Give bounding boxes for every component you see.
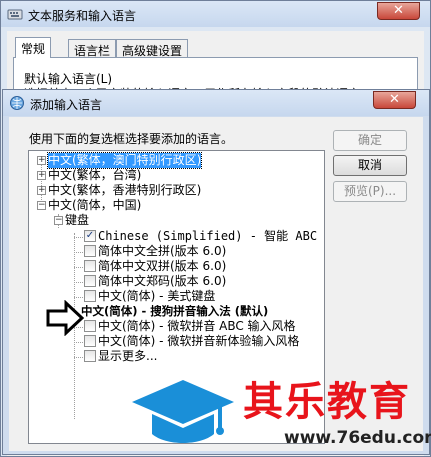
tree-item-ms-pinyin-abc[interactable]: 中文(简体) - 微软拼音 ABC 输入风格 [98, 319, 296, 334]
preview-button[interactable]: 预览(P)... [333, 181, 407, 202]
tree-item-zh-hk[interactable]: 中文(繁体，香港特别行政区) [48, 183, 201, 198]
tree-line [74, 342, 83, 343]
tree-item-sogou-pinyin: 中文(简体) - 搜狗拼音输入法 (默认) [81, 304, 269, 318]
expand-toggle[interactable]: + [37, 186, 46, 195]
text-services-titlebar[interactable]: 文本服务和输入语言 ✕ [1, 1, 430, 27]
tree-item-zh-prc[interactable]: 中文(简体，中国) [48, 198, 141, 213]
add-language-titlebar[interactable]: 添加输入语言 ✕ [3, 90, 429, 116]
ok-button[interactable]: 确定 [333, 130, 407, 151]
instruction-text: 使用下面的复选框选择要添加的语言。 [29, 132, 234, 146]
tree-item-quanpin[interactable]: 简体中文全拼(版本 6.0) [98, 244, 226, 259]
collapse-toggle[interactable]: − [37, 201, 46, 210]
tree-item-show-more[interactable]: 显示更多... [98, 349, 157, 364]
tab-advanced-key-settings[interactable]: 高级键设置 [116, 39, 189, 58]
tab-language-bar[interactable]: 语言栏 [68, 39, 117, 58]
keyboard-icon [7, 6, 23, 22]
graduation-cap-logo-icon [132, 380, 234, 443]
tree-line [74, 282, 83, 283]
checkbox-us-keyboard[interactable] [84, 290, 96, 302]
cancel-button[interactable]: 取消 [333, 155, 407, 176]
expand-toggle[interactable]: + [37, 171, 46, 180]
tree-item-zh-hk-macau[interactable]: 中文(繁体，澳门特别行政区) [46, 152, 203, 169]
checkbox-zhengma[interactable] [84, 275, 96, 287]
window-title: 文本服务和输入语言 [28, 9, 137, 23]
tab-general[interactable]: 常规 [15, 37, 52, 58]
tree-item-us-keyboard[interactable]: 中文(简体) - 美式键盘 [98, 289, 215, 304]
collapse-toggle[interactable]: − [54, 216, 63, 225]
expand-toggle[interactable]: + [37, 156, 46, 165]
checkbox-show-more[interactable] [84, 350, 96, 362]
dialog-title: 添加输入语言 [30, 98, 103, 112]
tree-line [74, 237, 83, 238]
tree-item-zh-taiwan[interactable]: 中文(繁体，台湾) [48, 168, 141, 183]
pointer-arrow-icon [46, 300, 85, 336]
tree-line [74, 267, 83, 268]
checkbox-ms-pinyin-new[interactable] [84, 335, 96, 347]
default-input-language-label: 默认输入语言(L) [24, 72, 113, 86]
tree-item-chinese-simplified-abc[interactable]: Chinese (Simplified) - 智能 ABC (仅 [98, 229, 324, 244]
watermark: 其乐教育 www.76edu.com [0, 366, 431, 457]
tree-item-shuangpin[interactable]: 简体中文双拼(版本 6.0) [98, 259, 226, 274]
watermark-url-text: www.76edu.com [284, 428, 431, 448]
checkbox-chinese-simplified-abc[interactable]: ✓ [84, 230, 96, 242]
tree-line [74, 252, 83, 253]
checkbox-ms-pinyin-abc[interactable] [84, 320, 96, 332]
tree-item-ms-pinyin-new[interactable]: 中文(简体) - 微软拼音新体验输入风格 [98, 334, 299, 349]
close-button[interactable]: ✕ [377, 2, 420, 20]
language-settings-icon [9, 95, 25, 111]
tree-item-keyboard[interactable]: 键盘 [65, 213, 89, 228]
checkbox-shuangpin[interactable] [84, 260, 96, 272]
watermark-brand-text: 其乐教育 [243, 379, 411, 425]
checkbox-quanpin[interactable] [84, 245, 96, 257]
tree-line [74, 357, 83, 358]
tree-line [74, 297, 83, 298]
dialog-close-button[interactable]: ✕ [373, 91, 416, 109]
tree-item-zhengma[interactable]: 简体中文郑码(版本 6.0) [98, 274, 226, 289]
